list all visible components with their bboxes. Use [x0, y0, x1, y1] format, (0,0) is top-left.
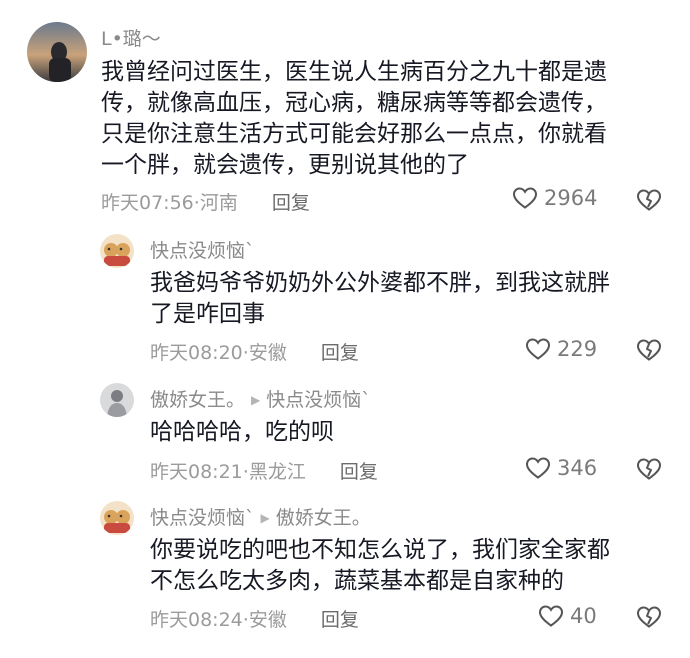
- like-button[interactable]: 2964: [512, 186, 597, 210]
- comment-text: 你要说吃的吧也不知怎么说了，我们家全家都 不怎么吃太多肉，蔬菜基本都是自家种的: [150, 535, 680, 597]
- comment-text-line: 我曾经问过医生，医生说人生病百分之九十都是遗: [101, 59, 607, 85]
- avatar[interactable]: [100, 383, 134, 417]
- reply-button[interactable]: 回复: [272, 192, 310, 214]
- comment-username[interactable]: 快点没烦恼`: [150, 236, 255, 263]
- comment-text-line: 哈哈哈哈，吃的呗: [150, 419, 334, 445]
- reply-to-username[interactable]: 傲娇女王。: [276, 507, 371, 529]
- like-count: 346: [557, 456, 598, 480]
- comment-meta: 昨天08:24·安徽 回复: [150, 609, 359, 631]
- like-button[interactable]: 229: [525, 337, 597, 361]
- comment-text-line: 我爸妈爷爷奶奶外公外婆都不胖，到我这就胖: [150, 270, 610, 296]
- reply-comment-3: 快点没烦恼` ▶ 傲娇女王。 你要说吃的吧也不知怎么说了，我们家全家都 不怎么吃太多…: [0, 501, 690, 651]
- comment-1: L•璐～ 我曾经问过医生，医生说人生病百分之九十都是遗 传，就像高血压，冠心病，…: [0, 22, 690, 222]
- comment-text-line: 传，就像高血压，冠心病，糖尿病等等都会遗传，: [101, 90, 607, 116]
- broken-heart-icon[interactable]: [636, 457, 662, 481]
- reply-button[interactable]: 回复: [340, 461, 378, 483]
- reply-button[interactable]: 回复: [321, 609, 359, 631]
- reply-comment-1: 快点没烦恼` 我爸妈爷爷奶奶外公外婆都不胖，到我这就胖 了是咋回事 昨天08:2…: [0, 234, 690, 364]
- comment-meta: 昨天08:20·安徽 回复: [150, 342, 359, 364]
- heart-outline-icon: [525, 457, 551, 479]
- comment-text: 哈哈哈哈，吃的呗: [150, 417, 680, 448]
- comment-time: 昨天08:24: [150, 609, 243, 631]
- broken-heart-icon[interactable]: [636, 605, 662, 629]
- comment-text-line: 你要说吃的吧也不知怎么说了，我们家全家都: [150, 537, 610, 563]
- comment-username[interactable]: 快点没烦恼`: [150, 507, 255, 529]
- like-button[interactable]: 40: [538, 604, 597, 628]
- comment-username[interactable]: 傲娇女王。: [150, 389, 245, 411]
- avatar[interactable]: [100, 501, 134, 535]
- reply-button[interactable]: 回复: [321, 342, 359, 364]
- reply-comment-2: 傲娇女王。 ▶ 快点没烦恼` 哈哈哈哈，吃的呗 昨天08:21·黑龙江 回复 346: [0, 383, 690, 483]
- comment-username[interactable]: L•璐～: [101, 24, 161, 51]
- like-count: 2964: [544, 186, 598, 210]
- avatar-image: [100, 501, 134, 535]
- avatar[interactable]: [27, 22, 87, 82]
- comment-username-line: 快点没烦恼` ▶ 傲娇女王。: [150, 503, 371, 530]
- avatar-image: [27, 22, 87, 82]
- like-button[interactable]: 346: [525, 456, 597, 480]
- comment-text: 我爸妈爷爷奶奶外公外婆都不胖，到我这就胖 了是咋回事: [150, 268, 680, 330]
- comment-meta: 昨天07:56·河南 回复: [101, 192, 310, 214]
- comment-time: 昨天08:21: [150, 461, 243, 483]
- comment-text-line: 了是咋回事: [150, 301, 265, 327]
- heart-outline-icon: [525, 338, 551, 360]
- reply-to-username[interactable]: 快点没烦恼`: [266, 389, 371, 411]
- broken-heart-icon[interactable]: [636, 188, 662, 212]
- avatar[interactable]: [100, 234, 134, 268]
- triangle-right-icon: ▶: [251, 393, 261, 407]
- heart-outline-icon: [538, 605, 564, 627]
- comment-time: 昨天07:56: [101, 192, 194, 214]
- heart-outline-icon: [512, 187, 538, 209]
- broken-heart-icon[interactable]: [636, 338, 662, 362]
- comment-text: 我曾经问过医生，医生说人生病百分之九十都是遗 传，就像高血压，冠心病，糖尿病等等…: [101, 57, 681, 181]
- comment-time: 昨天08:20: [150, 342, 243, 364]
- comment-location: 安徽: [248, 609, 287, 631]
- comment-meta: 昨天08:21·黑龙江 回复: [150, 461, 378, 483]
- comment-location: 安徽: [248, 342, 287, 364]
- comment-text-line: 一个胖，就会遗传，更别说其他的了: [101, 152, 469, 178]
- comment-text-line: 只是你注意生活方式可能会好那么一点点，你就看: [101, 121, 607, 147]
- comment-location: 黑龙江: [248, 461, 306, 483]
- avatar-image: [100, 383, 134, 417]
- comment-username-line: 傲娇女王。 ▶ 快点没烦恼`: [150, 385, 371, 412]
- comment-location: 河南: [199, 192, 238, 214]
- like-count: 40: [570, 604, 597, 628]
- like-count: 229: [557, 337, 598, 361]
- triangle-right-icon: ▶: [260, 511, 270, 525]
- comment-text-line: 不怎么吃太多肉，蔬菜基本都是自家种的: [150, 568, 564, 594]
- avatar-image: [100, 234, 134, 268]
